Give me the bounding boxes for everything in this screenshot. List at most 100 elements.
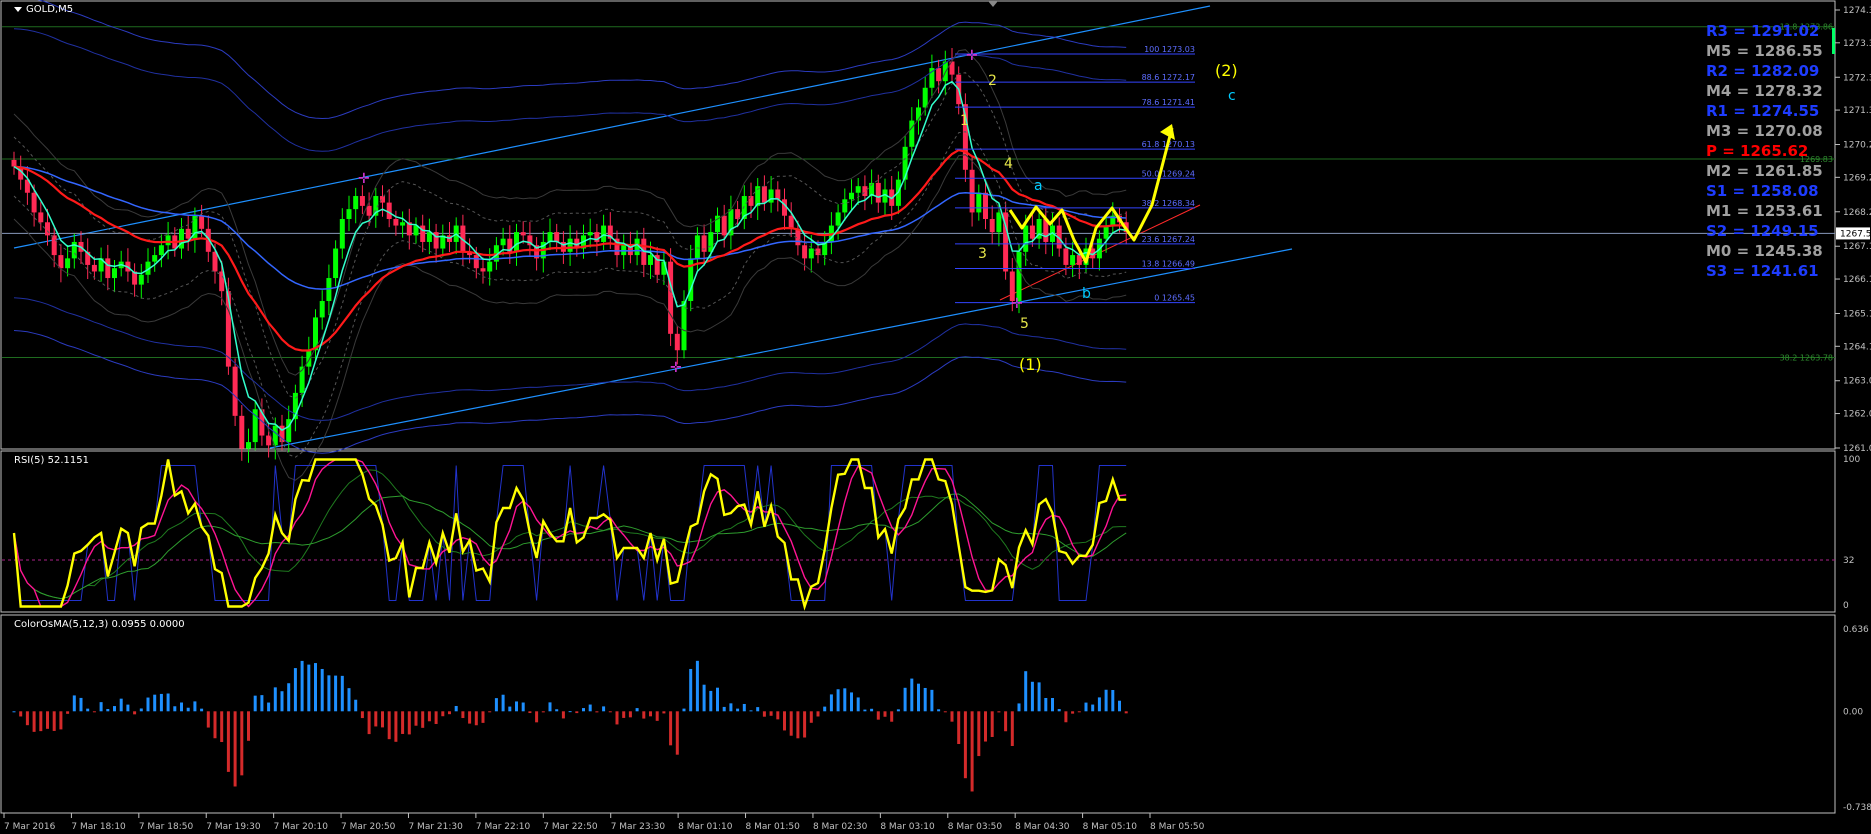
candle-body	[480, 268, 486, 272]
osma-bar	[896, 709, 900, 712]
candle-body	[1029, 225, 1035, 239]
time-tick-label: 7 Mar 20:10	[274, 822, 329, 832]
osma-bar	[488, 711, 492, 713]
osma-bar	[809, 711, 813, 723]
osma-bar	[850, 692, 853, 712]
osma-bar	[1030, 681, 1034, 712]
osma-bar	[320, 668, 324, 712]
osma-bar	[903, 687, 907, 712]
osma-bar	[86, 708, 90, 712]
fib-level-label: 50.0 1269.24	[1142, 169, 1195, 178]
osma-bar	[709, 690, 713, 712]
osma-bar	[816, 711, 820, 717]
osma-bar	[106, 708, 110, 712]
osma-bar	[937, 709, 941, 712]
candle-body	[400, 222, 406, 226]
osma-bar	[166, 693, 170, 712]
rsi-tick-label: 100	[1843, 455, 1860, 465]
candle-body	[58, 255, 64, 269]
osma-bar	[1024, 671, 1028, 712]
candle-body	[239, 415, 245, 449]
osma-bar	[347, 688, 351, 712]
osma-bar	[769, 711, 773, 716]
osma-bar	[910, 678, 914, 712]
rsi-tick-label: 32	[1843, 556, 1854, 566]
price-tick-label: 1264.12	[1843, 342, 1871, 352]
osma-bar	[32, 711, 36, 732]
candle-body	[983, 192, 988, 219]
osma-bar	[508, 706, 512, 712]
osma-bar	[79, 697, 83, 712]
time-tick-label: 7 Mar 21:30	[408, 822, 463, 832]
wave-label: 5	[1020, 316, 1029, 332]
osma-bar	[180, 702, 183, 712]
osma-bar	[762, 711, 766, 717]
candle-body	[426, 232, 432, 242]
osma-bar	[649, 711, 652, 717]
candle-body	[393, 218, 399, 226]
osma-bar	[421, 711, 425, 728]
osma-bar	[1124, 711, 1128, 714]
time-tick-label: 7 Mar 19:30	[206, 822, 261, 832]
osma-bar	[126, 704, 130, 712]
candle-body	[152, 255, 158, 262]
osma-bar	[608, 711, 612, 713]
pivot-level-label: M2 = 1261.85	[1706, 162, 1823, 180]
osma-bar	[655, 711, 659, 721]
time-tick-label: 8 Mar 03:10	[880, 822, 935, 832]
mt4-chart-window[interactable]: 13.8 1273.861269.8338.2 1263.78 100 1273…	[0, 0, 1871, 834]
osma-bar	[843, 688, 847, 712]
price-tick-label: 1263.07	[1843, 377, 1871, 387]
osma-bar	[287, 683, 291, 712]
osma-bar	[1057, 709, 1061, 712]
osma-bar	[776, 711, 780, 720]
osma-bar	[722, 706, 726, 712]
time-tick-label: 8 Mar 02:30	[813, 822, 868, 832]
osma-bar	[461, 711, 465, 719]
candle-body	[648, 255, 653, 265]
candle-body	[855, 186, 861, 193]
candle-body	[1023, 225, 1029, 252]
osma-bar	[582, 708, 585, 712]
candle-body	[989, 218, 995, 233]
price-tick-label: 1267.17	[1843, 242, 1871, 252]
candle-body	[339, 218, 345, 249]
osma-bar	[407, 711, 411, 735]
osma-bar	[756, 707, 760, 712]
osma-bar	[595, 711, 599, 713]
osma-bar	[602, 706, 606, 712]
price-tick-label: 1265.12	[1843, 309, 1871, 319]
candle-body	[266, 435, 272, 446]
osma-bar	[561, 711, 565, 719]
osma-bar	[59, 711, 63, 730]
time-tick-label: 7 Mar 23:30	[611, 822, 666, 832]
osma-bar	[119, 698, 123, 712]
candle-body	[761, 186, 767, 203]
osma-bar	[870, 708, 874, 712]
osma-bar	[963, 711, 967, 779]
osma-bar	[247, 711, 250, 741]
price-tick-label: 1271.32	[1843, 106, 1871, 116]
candle-body	[601, 225, 607, 242]
candle-body	[31, 192, 37, 213]
time-tick-label: 8 Mar 05:10	[1083, 822, 1138, 832]
osma-bar	[783, 711, 786, 731]
osma-bar	[1044, 697, 1048, 712]
candle-body	[902, 146, 908, 180]
candle-body	[808, 248, 814, 259]
osma-bar	[427, 711, 431, 722]
osma-bar	[226, 711, 230, 772]
candle-body	[547, 232, 553, 242]
osma-bar	[434, 711, 438, 724]
osma-bar	[340, 675, 344, 712]
osma-bar	[541, 711, 545, 713]
osma-bar	[1104, 689, 1108, 712]
osma-bar	[716, 687, 719, 712]
candle-body	[51, 235, 57, 256]
candle-body	[802, 245, 808, 259]
osma-tick-label: -0.7383	[1843, 803, 1871, 813]
osma-bar	[240, 711, 244, 776]
price-tick-label: 1273.37	[1843, 39, 1871, 49]
osma-bar	[153, 694, 157, 712]
fractal-marker-icon: ✛	[670, 360, 682, 376]
